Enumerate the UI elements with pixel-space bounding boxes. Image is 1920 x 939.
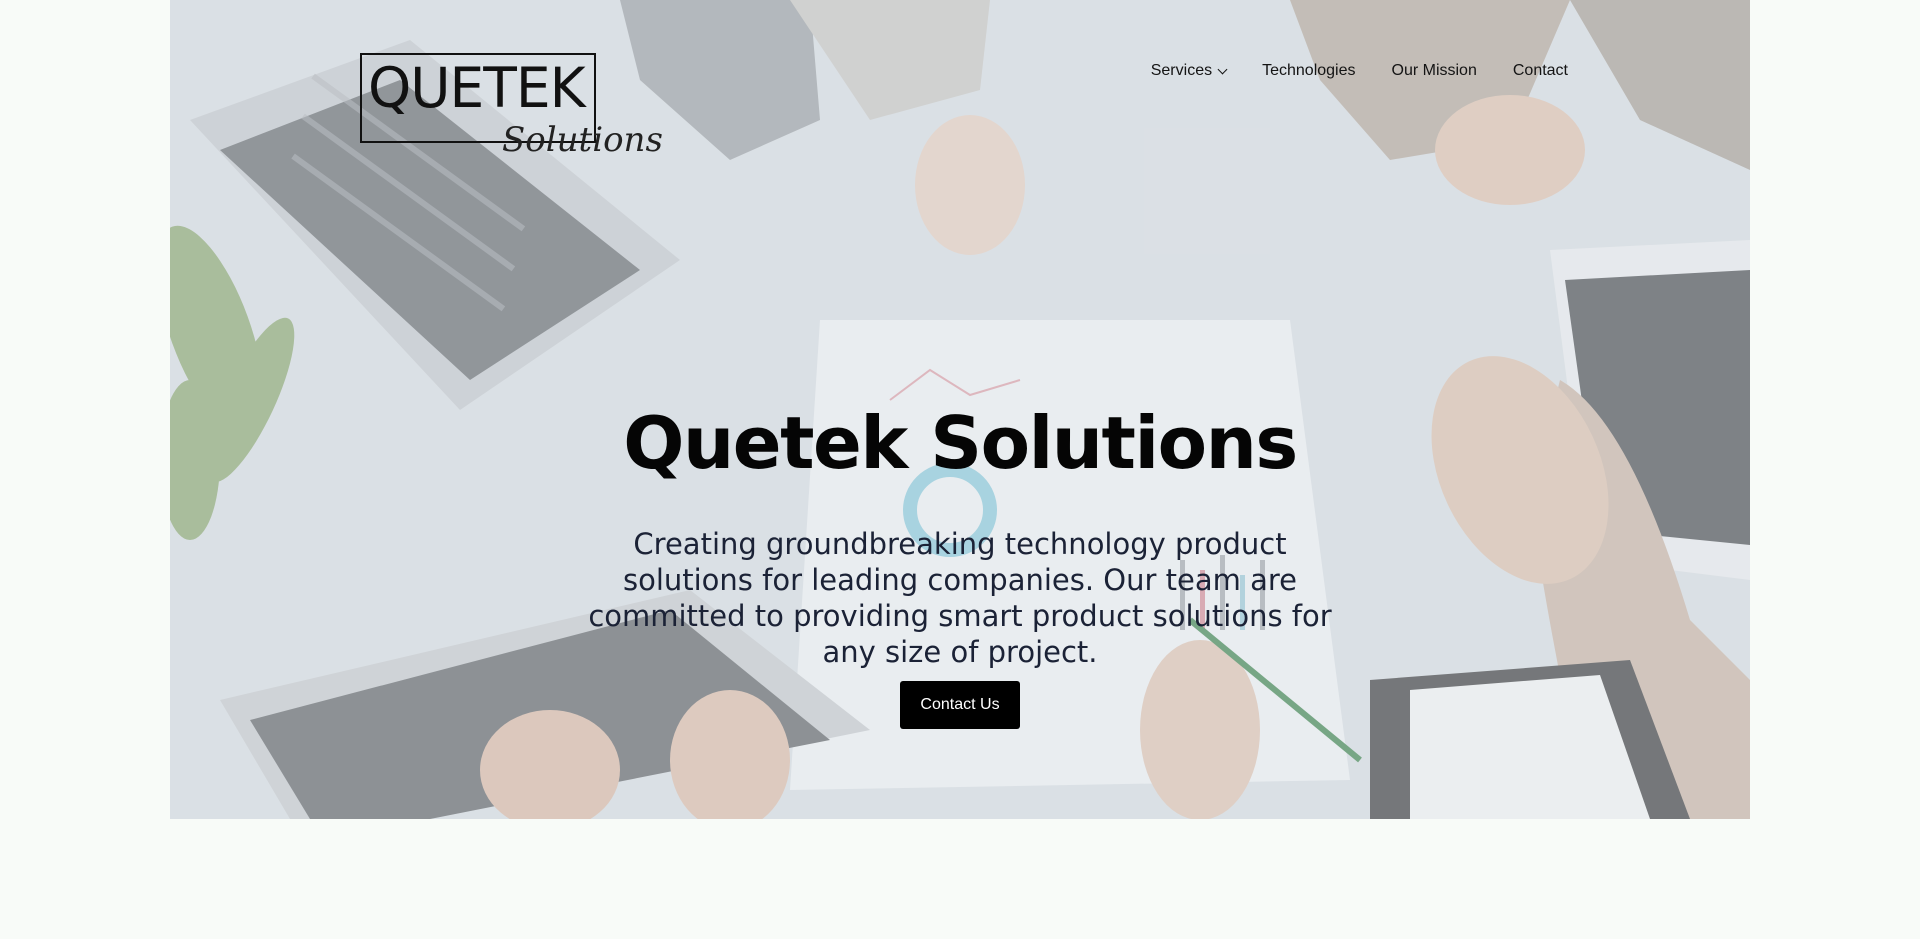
chevron-down-icon — [1217, 64, 1228, 74]
nav-item-label: Services — [1150, 62, 1213, 79]
logo-subtitle: Solutions — [502, 120, 663, 160]
nav-item-label: Technologies — [1262, 62, 1356, 79]
nav-item-label: Contact — [1512, 62, 1568, 79]
site-logo[interactable]: QUETEK Solutions — [360, 53, 663, 163]
nav-item-services[interactable]: Services — [1150, 62, 1228, 80]
main-nav: Services Technologies Our Mission Contac… — [1151, 62, 1568, 80]
nav-item-technologies[interactable]: Technologies — [1262, 62, 1355, 80]
nav-item-contact[interactable]: Contact — [1513, 62, 1568, 80]
nav-item-our-mission[interactable]: Our Mission — [1392, 62, 1477, 80]
logo-wordmark: QUETEK — [368, 56, 586, 120]
hero-section: QUETEK Solutions Services Technologies O… — [170, 0, 1750, 819]
hero-title: Quetek Solutions — [623, 401, 1298, 485]
hero-subtitle: Creating groundbreaking technology produ… — [588, 527, 1332, 669]
nav-item-label: Our Mission — [1391, 62, 1477, 79]
contact-us-button[interactable]: Contact Us — [900, 681, 1020, 729]
